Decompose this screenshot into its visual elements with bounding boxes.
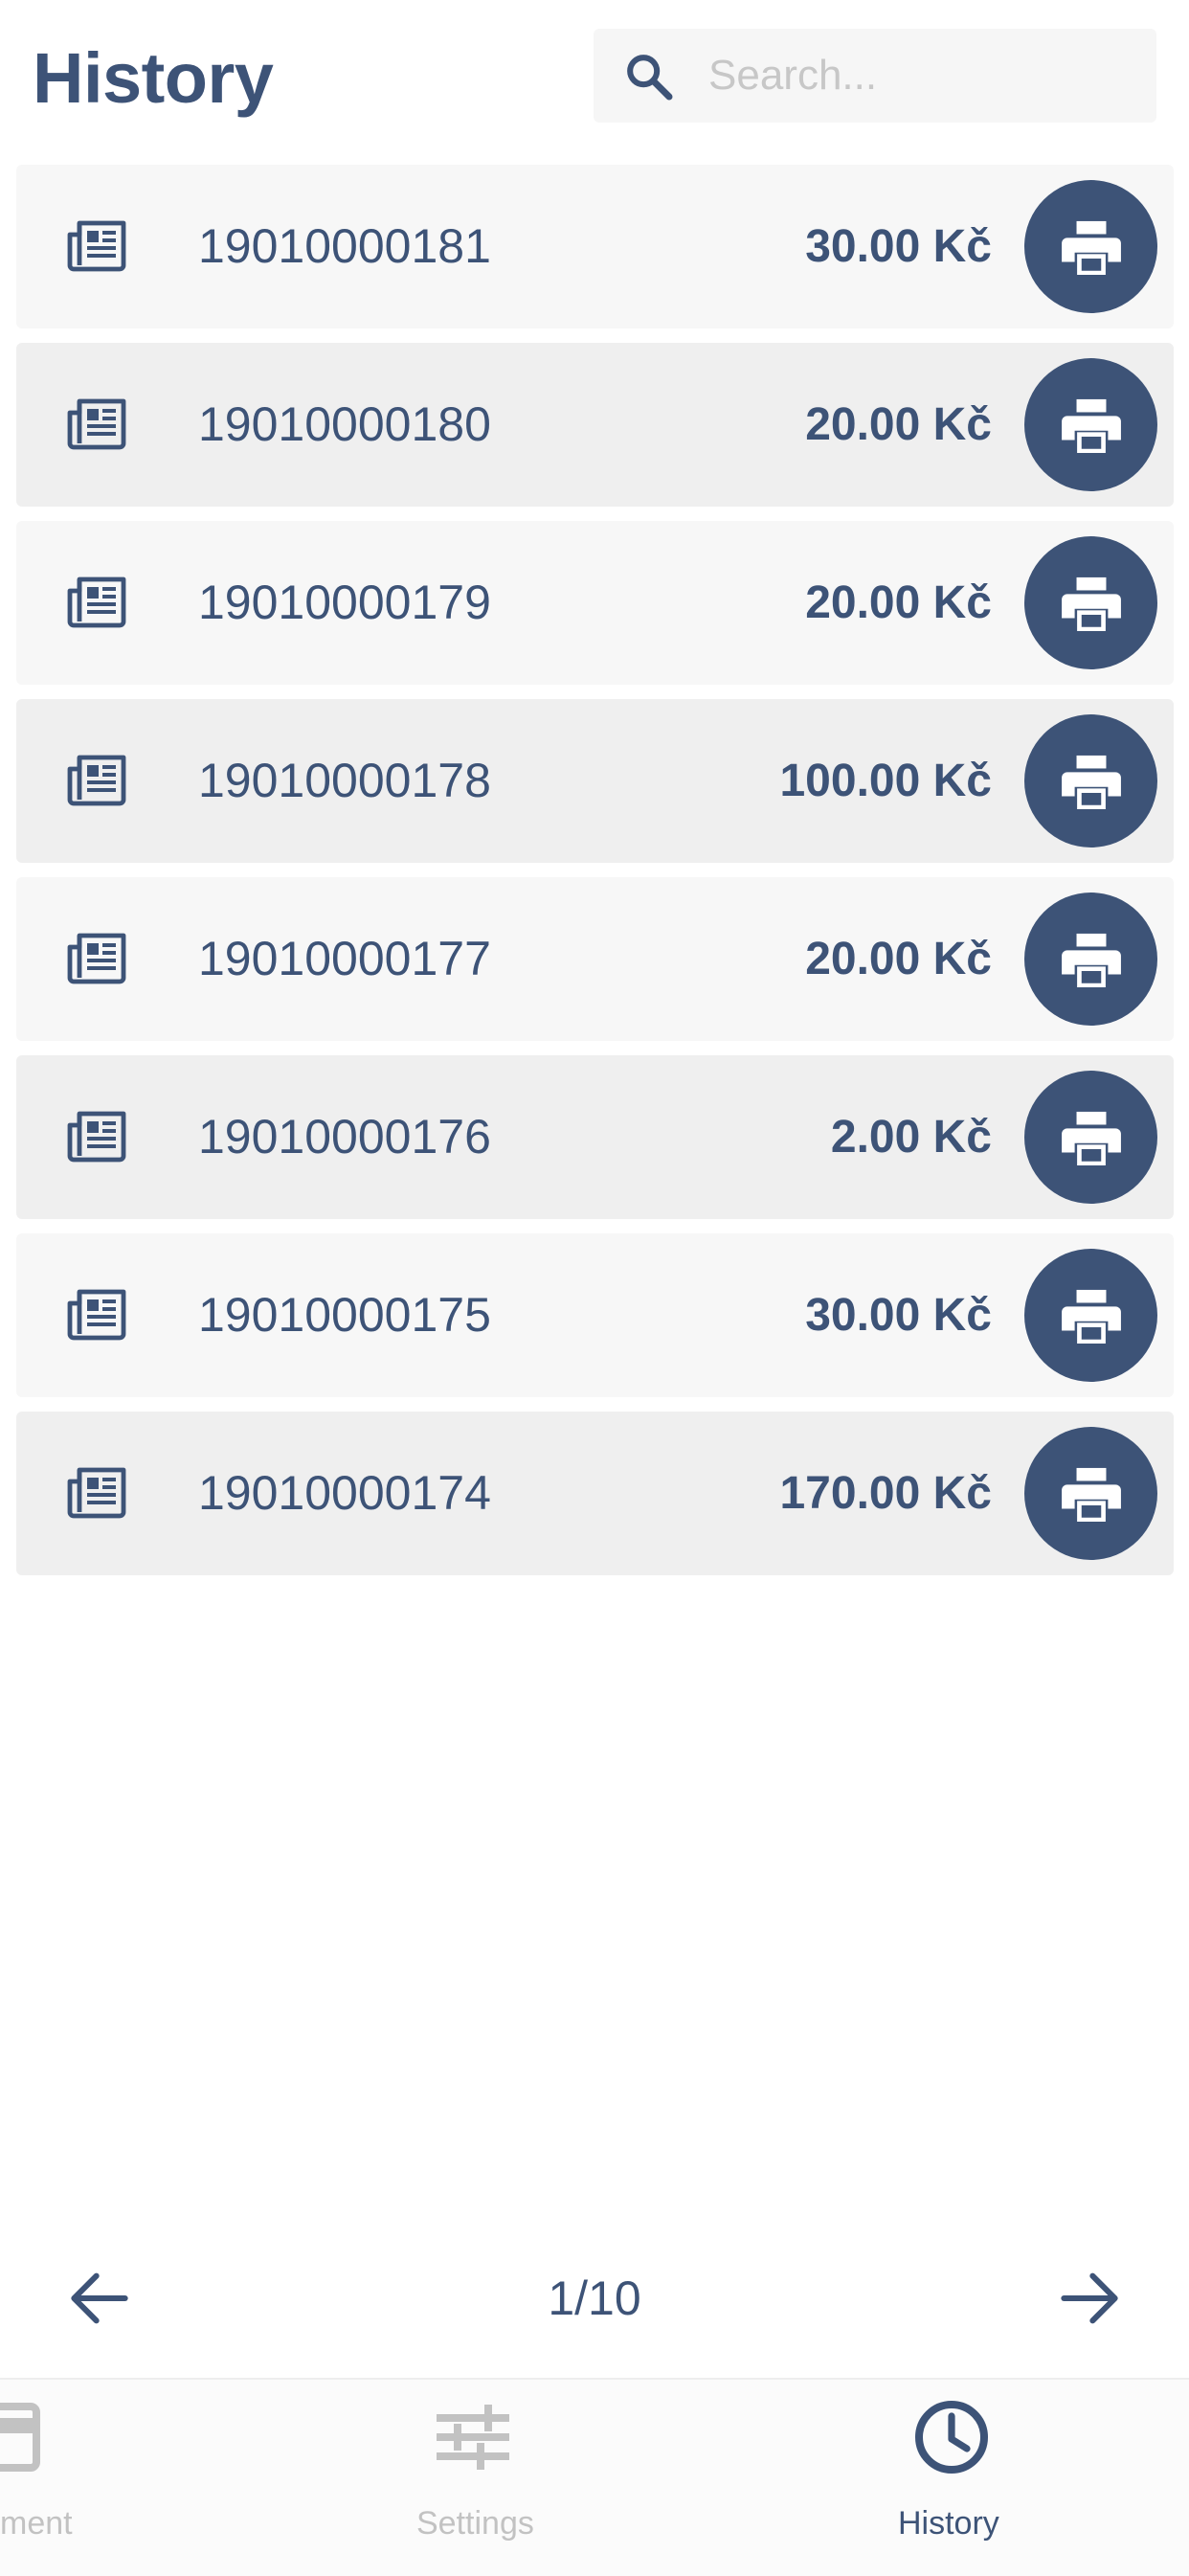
print-button[interactable]: [1024, 1071, 1157, 1204]
print-button[interactable]: [1024, 536, 1157, 669]
clock-icon: [915, 2401, 988, 2474]
arrow-left-icon: [71, 2272, 128, 2324]
printer-icon: [1062, 755, 1121, 809]
print-button[interactable]: [1024, 180, 1157, 313]
receipt-row[interactable]: 19010000176 2.00 Kč: [16, 1055, 1174, 1219]
receipt-icon: [67, 1289, 126, 1341]
nav-label: History: [898, 2505, 999, 2542]
nav-label: ment: [0, 2505, 73, 2542]
receipt-id: 19010000179: [198, 576, 491, 629]
print-button[interactable]: [1024, 714, 1157, 847]
receipt-amount: 30.00 Kč: [805, 1290, 992, 1341]
receipt-icon: [67, 755, 126, 806]
receipt-row[interactable]: 19010000177 20.00 Kč: [16, 877, 1174, 1041]
print-button[interactable]: [1024, 893, 1157, 1026]
receipt-id: 19010000180: [198, 397, 491, 451]
receipt-id: 19010000174: [198, 1466, 491, 1520]
bottom-nav: ment Settings History: [0, 2378, 1189, 2576]
printer-icon: [1062, 1289, 1121, 1344]
receipt-amount: 2.00 Kč: [830, 1112, 992, 1163]
printer-icon: [1062, 933, 1121, 987]
printer-icon: [1062, 576, 1121, 631]
receipt-id: 19010000181: [198, 219, 491, 273]
nav-item-history[interactable]: History: [842, 2380, 1063, 2576]
receipt-id: 19010000176: [198, 1110, 491, 1164]
search-icon: [627, 55, 673, 101]
receipt-icon: [67, 933, 126, 984]
receipt-id: 19010000175: [198, 1288, 491, 1342]
page-title: History: [33, 38, 274, 118]
receipt-id: 19010000178: [198, 754, 491, 807]
next-page-button[interactable]: [1051, 2260, 1128, 2337]
prev-page-button[interactable]: [61, 2260, 138, 2337]
header: History: [0, 0, 1189, 163]
receipt-amount: 20.00 Kč: [805, 399, 992, 450]
receipt-amount: 20.00 Kč: [805, 577, 992, 628]
printer-icon: [1062, 220, 1121, 275]
sliders-icon: [437, 2405, 509, 2470]
receipt-row[interactable]: 19010000174 170.00 Kč: [16, 1412, 1174, 1575]
arrow-right-icon: [1061, 2272, 1118, 2324]
receipt-amount: 30.00 Kč: [805, 221, 992, 272]
receipt-icon: [67, 398, 126, 450]
page-indicator: 1/10: [548, 2271, 641, 2325]
printer-icon: [1062, 1111, 1121, 1165]
printer-icon: [1062, 398, 1121, 453]
nav-item-payment[interactable]: ment: [0, 2380, 134, 2576]
print-button[interactable]: [1024, 1427, 1157, 1560]
search-input[interactable]: [708, 29, 1130, 123]
receipt-amount: 170.00 Kč: [779, 1468, 992, 1519]
pagination: 1/10: [0, 2241, 1189, 2356]
print-button[interactable]: [1024, 1249, 1157, 1382]
print-button[interactable]: [1024, 358, 1157, 491]
receipt-row[interactable]: 19010000178 100.00 Kč: [16, 699, 1174, 863]
nav-item-settings[interactable]: Settings: [364, 2380, 584, 2576]
receipt-amount: 20.00 Kč: [805, 934, 992, 984]
search-box[interactable]: [594, 29, 1156, 123]
receipt-id: 19010000177: [198, 932, 491, 985]
receipt-row[interactable]: 19010000181 30.00 Kč: [16, 165, 1174, 328]
printer-icon: [1062, 1467, 1121, 1522]
receipt-icon: [67, 576, 126, 628]
receipt-list: 19010000181 30.00 Kč 19010000180 20.00 K…: [16, 165, 1174, 1590]
receipt-row[interactable]: 19010000180 20.00 Kč: [16, 343, 1174, 507]
receipt-row[interactable]: 19010000175 30.00 Kč: [16, 1233, 1174, 1397]
receipt-icon: [67, 1111, 126, 1163]
nav-label: Settings: [416, 2505, 534, 2542]
receipt-row[interactable]: 19010000179 20.00 Kč: [16, 521, 1174, 685]
receipt-amount: 100.00 Kč: [779, 756, 992, 806]
receipt-icon: [67, 1467, 126, 1519]
payment-card-icon: [0, 2403, 40, 2472]
receipt-icon: [67, 220, 126, 272]
